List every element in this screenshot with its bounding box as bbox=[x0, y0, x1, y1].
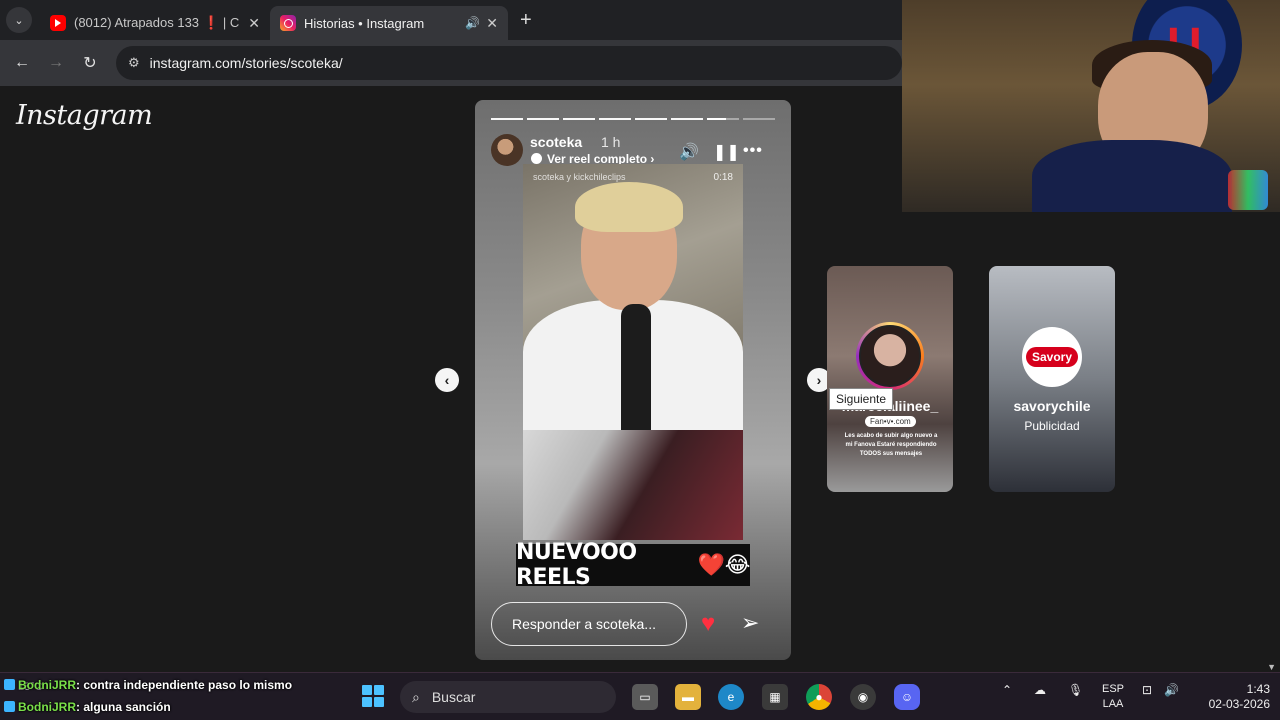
tab-instagram[interactable]: Historias • Instagram 🔊 ✕ bbox=[270, 6, 508, 40]
reply-input[interactable]: Responder a scoteka... bbox=[491, 602, 687, 646]
reload-button[interactable]: ↻ bbox=[78, 53, 102, 73]
obs-icon[interactable]: ◉ bbox=[850, 684, 876, 710]
address-bar[interactable]: ⚙ instagram.com/stories/scoteka/ bbox=[116, 46, 902, 80]
chat-message: BodniJRR: alguna sanción bbox=[4, 700, 171, 714]
network-icon[interactable]: ⊡ bbox=[1142, 683, 1152, 697]
story-viewer[interactable]: scoteka 1 h Ver reel completo › 🔊 ❚❚ •••… bbox=[475, 100, 791, 660]
heart-icon[interactable]: ♥ bbox=[701, 610, 715, 638]
side-story-username: savorychile bbox=[1013, 398, 1091, 414]
url-text: instagram.com/stories/scoteka/ bbox=[149, 55, 343, 71]
more-options-icon[interactable]: ••• bbox=[743, 142, 763, 160]
volume-icon[interactable]: 🔊 bbox=[679, 142, 699, 162]
onedrive-icon[interactable]: ☁ bbox=[1034, 683, 1046, 697]
sponsored-label: Publicidad bbox=[1024, 419, 1080, 433]
browser-tabstrip: ⌄ (8012) Atrapados 133 ❗ | C ✕ Historias … bbox=[0, 0, 902, 40]
progress-segment bbox=[527, 118, 559, 120]
avatar[interactable] bbox=[491, 134, 523, 166]
search-icon: ⌕ bbox=[412, 688, 420, 705]
scroll-down-icon[interactable]: ▼ bbox=[1267, 662, 1276, 672]
video-person-hair bbox=[575, 182, 683, 232]
streamer-jersey bbox=[1032, 140, 1232, 212]
youtube-icon bbox=[50, 15, 66, 31]
forward-button[interactable]: → bbox=[44, 54, 68, 72]
site-settings-icon[interactable]: ⚙ bbox=[128, 55, 140, 71]
microphone-icon[interactable]: 🎙 bbox=[1068, 683, 1083, 697]
screen: ⌄ (8012) Atrapados 133 ❗ | C ✕ Historias … bbox=[0, 0, 1280, 720]
taskbar-search[interactable]: ⌕ Buscar bbox=[400, 681, 616, 713]
video-time: 0:18 bbox=[713, 172, 733, 183]
instagram-icon bbox=[280, 15, 296, 31]
story-time: 1 h bbox=[601, 134, 621, 150]
progress-segment bbox=[671, 118, 703, 120]
avatar bbox=[859, 325, 921, 387]
progress-segment bbox=[707, 118, 739, 120]
rgb-light bbox=[1228, 170, 1268, 210]
tray-expand-icon[interactable]: ⌃ bbox=[1002, 683, 1012, 697]
play-icon bbox=[531, 153, 542, 164]
language-indicator[interactable]: ESP LAA bbox=[1098, 682, 1128, 712]
stream-chat-overlay: BodniJRR: contra independiente paso lo m… bbox=[0, 672, 340, 720]
tab-title: Historias • Instagram bbox=[304, 15, 425, 31]
video-watermark: scoteka y kickchileclips bbox=[533, 172, 626, 182]
story-progress bbox=[491, 118, 775, 120]
previous-story-button[interactable]: ‹ bbox=[435, 368, 459, 392]
progress-segment bbox=[491, 118, 523, 120]
file-explorer-icon[interactable]: ▬ bbox=[675, 684, 701, 710]
speaker-icon[interactable]: 🔊 bbox=[465, 16, 480, 30]
chrome-icon[interactable]: ● bbox=[806, 684, 832, 710]
progress-segment bbox=[743, 118, 775, 120]
send-icon[interactable]: ➢ bbox=[741, 610, 759, 636]
side-story-1[interactable]: marcelaliinee_ Fan•v•.com Les acabo de s… bbox=[827, 266, 953, 492]
chat-message: BodniJRR: contra independiente paso lo m… bbox=[4, 678, 292, 692]
microphone bbox=[621, 304, 651, 430]
brand-logo: Savory bbox=[1022, 327, 1082, 387]
badge-icon bbox=[4, 679, 15, 690]
progress-segment bbox=[563, 118, 595, 120]
story-username[interactable]: scoteka bbox=[530, 134, 582, 150]
pause-icon[interactable]: ❚❚ bbox=[713, 142, 740, 162]
back-button[interactable]: ← bbox=[10, 54, 34, 72]
story-caption: NUEVOOO REELS ❤️ 😂 bbox=[516, 540, 751, 590]
tab-youtube[interactable]: (8012) Atrapados 133 ❗ | C ✕ bbox=[40, 6, 270, 40]
progress-segment bbox=[599, 118, 631, 120]
clock[interactable]: 1:43 02-03-2026 bbox=[1196, 682, 1270, 712]
progress-segment bbox=[635, 118, 667, 120]
next-tooltip: Siguiente bbox=[829, 388, 894, 410]
video-frame-bottom bbox=[523, 430, 743, 540]
side-story-2[interactable]: Savory savorychile Publicidad bbox=[989, 266, 1115, 492]
side-story-text: Les acabo de subir algo nuevo a mi Fanov… bbox=[844, 433, 938, 457]
edge-icon[interactable]: e bbox=[718, 684, 744, 710]
discord-icon[interactable]: ☺ bbox=[894, 684, 920, 710]
story-avatar-ring bbox=[856, 322, 924, 390]
store-icon[interactable]: ▦ bbox=[762, 684, 788, 710]
webcam-overlay bbox=[902, 0, 1280, 212]
story-video[interactable]: scoteka y kickchileclips 0:18 bbox=[523, 164, 743, 540]
task-view-icon[interactable]: ▭ bbox=[632, 684, 658, 710]
browser-toolbar: ← → ↻ ⚙ instagram.com/stories/scoteka/ bbox=[0, 40, 902, 86]
link-sticker: Fan•v•.com bbox=[865, 416, 916, 427]
tab-search-button[interactable]: ⌄ bbox=[6, 7, 32, 33]
close-tab-icon[interactable]: ✕ bbox=[248, 15, 260, 32]
close-tab-icon[interactable]: ✕ bbox=[486, 15, 498, 32]
start-button[interactable] bbox=[362, 685, 384, 707]
badge-icon bbox=[4, 701, 15, 712]
instagram-logo[interactable]: Instagram bbox=[16, 100, 153, 131]
new-tab-button[interactable]: + bbox=[520, 9, 532, 32]
volume-icon[interactable]: 🔊 bbox=[1164, 683, 1179, 697]
tab-title: (8012) Atrapados 133 ❗ | C bbox=[74, 15, 240, 30]
